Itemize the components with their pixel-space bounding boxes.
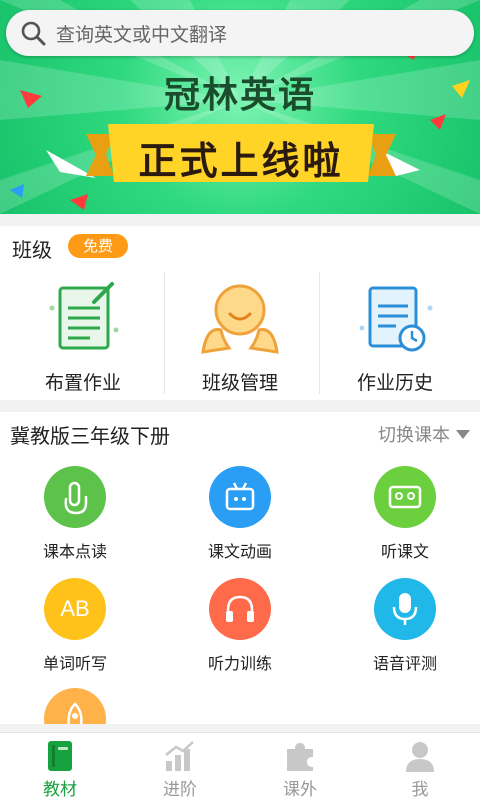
homework-history-icon <box>359 286 433 352</box>
nav-label: 进阶 <box>163 780 197 800</box>
nav-item-advanced[interactable]: 进阶 <box>120 733 240 800</box>
feature-label: 听力训练 <box>207 654 272 673</box>
class-section-title: 班级 <box>12 238 52 262</box>
search-input[interactable]: 查询英文或中文翻译 <box>56 20 227 47</box>
feature-label: 单词听写 <box>42 654 107 673</box>
book-card: 课本点读 课文动画 听课文 AB 单词听写 听力训练 语音评测 <box>0 412 480 726</box>
feature-word-dictation[interactable]: AB 单词听写 <box>0 578 150 678</box>
assign-homework-button[interactable]: 布置作业 <box>8 272 158 398</box>
search-icon <box>21 21 46 46</box>
feature-label: 语音评测 <box>372 654 437 673</box>
nav-item-extracurricular[interactable]: 课外 <box>240 733 360 800</box>
animation-icon <box>209 466 271 528</box>
feature-label: 课文动画 <box>207 542 272 561</box>
feature-animation[interactable]: 课文动画 <box>165 466 315 566</box>
nav-label: 我 <box>411 780 429 800</box>
dropdown-arrow-icon <box>456 429 470 439</box>
puzzle-icon <box>287 743 313 771</box>
book-title: 冀教版三年级下册 <box>10 424 170 448</box>
bottom-nav: 教材 进阶 课外 我 <box>0 732 480 800</box>
tap-read-icon <box>44 466 106 528</box>
headphone-icon <box>209 578 271 640</box>
nav-item-textbook[interactable]: 教材 <box>0 733 120 800</box>
nav-label: 教材 <box>43 780 77 800</box>
class-manage-button[interactable]: 班级管理 <box>165 272 315 398</box>
banner[interactable]: 冠林英语 正式上线啦 查询英文或中文翻译 <box>0 0 480 214</box>
feature-more[interactable] <box>0 688 150 726</box>
tape-icon <box>374 466 436 528</box>
class-manage-icon <box>201 284 279 354</box>
rocket-icon <box>44 688 106 726</box>
feature-speech-eval[interactable]: 语音评测 <box>330 578 480 678</box>
switch-book-button[interactable]: 切换课本 <box>378 421 470 447</box>
banner-subtitle: 正式上线啦 <box>138 139 344 183</box>
book-icon <box>48 741 72 771</box>
banner-title: 冠林英语 <box>163 75 316 116</box>
homework-history-button[interactable]: 作业历史 <box>320 272 470 398</box>
assign-homework-label: 布置作业 <box>44 372 121 394</box>
nav-item-me[interactable]: 我 <box>360 733 480 800</box>
feature-listening-training[interactable]: 听力训练 <box>165 578 315 678</box>
class-manage-label: 班级管理 <box>201 372 278 394</box>
nav-label: 课外 <box>283 780 317 800</box>
assign-homework-icon <box>49 282 119 350</box>
microphone-icon <box>374 578 436 640</box>
search-bar[interactable]: 查询英文或中文翻译 <box>6 10 474 56</box>
homework-history-label: 作业历史 <box>356 372 433 394</box>
feature-listen-text[interactable]: 听课文 <box>330 466 480 566</box>
ab-icon: AB <box>44 578 106 640</box>
feature-label: 听课文 <box>380 542 429 561</box>
user-icon <box>406 742 434 772</box>
chart-icon <box>165 741 194 771</box>
divider <box>0 724 480 732</box>
feature-label: 课本点读 <box>42 542 107 561</box>
feature-tap-read[interactable]: 课本点读 <box>0 466 150 566</box>
free-badge: 免费 <box>68 234 128 258</box>
switch-book-label: 切换课本 <box>378 425 450 446</box>
